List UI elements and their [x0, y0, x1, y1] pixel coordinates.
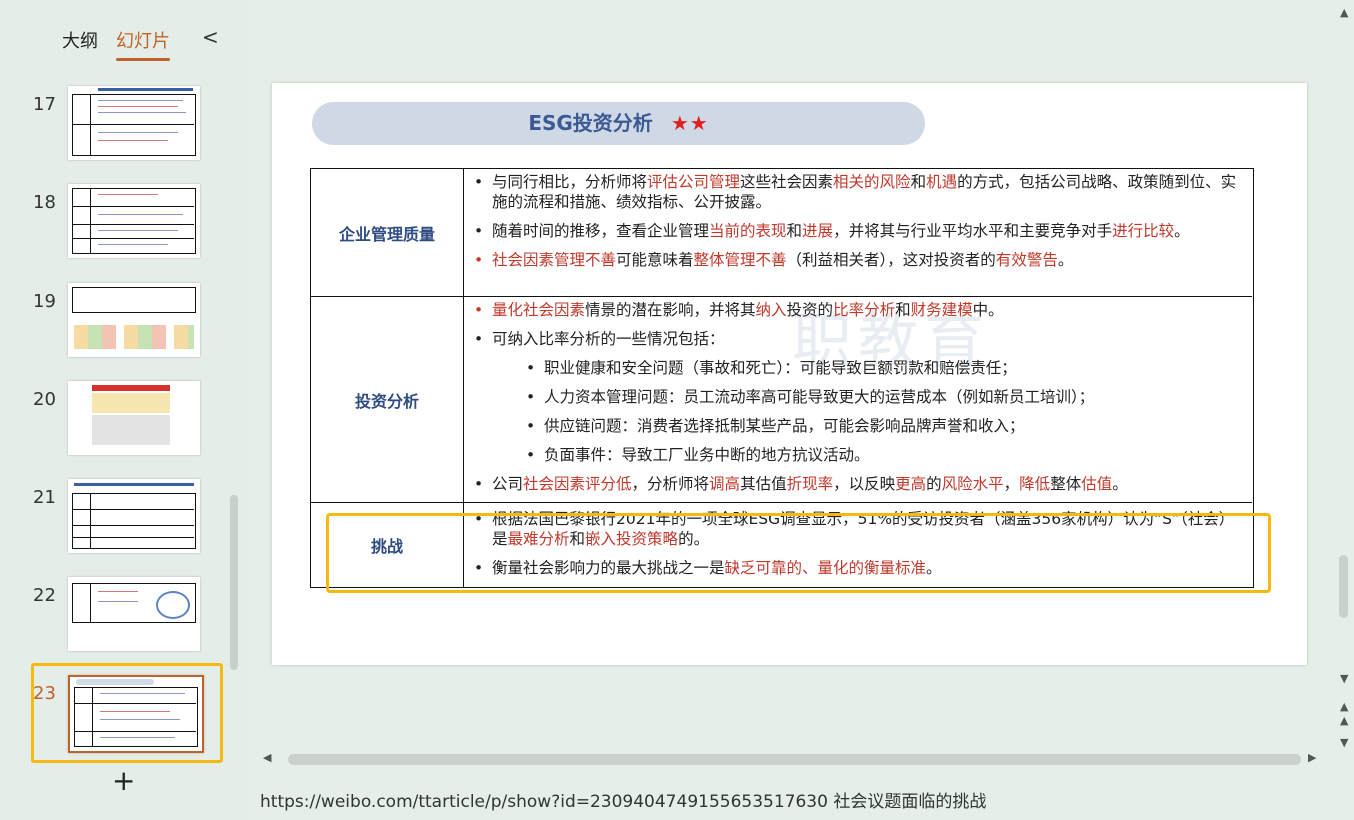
scroll-left-icon[interactable]: ◀ — [263, 751, 271, 764]
collapse-panel-icon[interactable]: < — [202, 25, 219, 49]
slide-canvas[interactable]: ESG投资分析★★ 职教育 企业管理质量 与同行相比，分析师将评估公司管理这些社… — [272, 83, 1307, 665]
slide-thumbnail-21[interactable]: 21 — [0, 479, 247, 555]
slide-preview — [68, 184, 200, 258]
row-category: 挑战 — [311, 503, 464, 587]
slide-number: 19 — [33, 291, 56, 312]
notes-text[interactable]: https://weibo.com/ttarticle/p/show?id=23… — [260, 787, 986, 812]
slide-preview — [68, 577, 200, 651]
table-row: 企业管理质量 与同行相比，分析师将评估公司管理这些社会因素相关的风险和机遇的方式… — [311, 169, 1252, 297]
slide-title: ESG投资分析 ★★ — [312, 102, 925, 145]
slide-panel: 大纲 幻灯片 < 17 18 19 20 21 22 23 + — [0, 0, 247, 820]
title-text: ESG投资分析 — [528, 111, 653, 135]
slide-thumbnail-19[interactable]: 19 — [0, 283, 247, 359]
next-slide-icon[interactable]: ▼ — [1340, 736, 1348, 749]
slide-preview — [68, 381, 200, 455]
sub-list-item: 职业健康和安全问题（事故和死亡）：可能导致巨额罚款和赔偿责任； — [464, 358, 1244, 378]
prev-slide-icon[interactable]: ▲ — [1340, 700, 1348, 713]
vertical-scroll-thumb[interactable] — [1339, 555, 1348, 618]
tab-slides[interactable]: 幻灯片 — [116, 27, 170, 61]
add-slide-button[interactable]: + — [112, 764, 135, 797]
row-content: 量化社会因素情景的潜在影响，并将其纳入投资的比率分析和财务建模中。 可纳入比率分… — [464, 297, 1252, 494]
list-item: 公司社会因素评分低，分析师将调高其估值折现率，以反映更高的风险水平，降低整体估值… — [464, 474, 1244, 494]
view-tabs: 大纲 幻灯片 — [62, 24, 188, 61]
tab-outline[interactable]: 大纲 — [62, 27, 98, 53]
table-row: 挑战 根据法国巴黎银行2021年的一项全球ESG调查显示，51%的受访投资者（涵… — [311, 503, 1252, 587]
slide-preview — [68, 283, 200, 357]
horizontal-scroll-thumb[interactable] — [288, 754, 1301, 765]
table-row: 投资分析 量化社会因素情景的潜在影响，并将其纳入投资的比率分析和财务建模中。 可… — [311, 297, 1252, 503]
panel-scrollbar[interactable] — [230, 495, 238, 670]
list-item: 衡量社会影响力的最大挑战之一是缺乏可靠的、量化的衡量标准。 — [464, 558, 1244, 578]
slide-number: 20 — [33, 389, 56, 410]
prev-slide-icon-2[interactable]: ▲ — [1340, 714, 1348, 727]
row-content: 与同行相比，分析师将评估公司管理这些社会因素相关的风险和机遇的方式，包括公司战略… — [464, 169, 1252, 270]
scroll-down-icon[interactable]: ▼ — [1340, 672, 1348, 685]
slide-thumbnail-22[interactable]: 22 — [0, 577, 247, 653]
list-item: 根据法国巴黎银行2021年的一项全球ESG调查显示，51%的受访投资者（涵盖35… — [464, 509, 1244, 549]
row-category: 投资分析 — [311, 297, 464, 502]
row-category: 企业管理质量 — [311, 169, 464, 296]
star-rating: ★★ — [670, 111, 709, 135]
list-item: 随着时间的推移，查看企业管理当前的表现和进展，并将其与行业平均水平和主要竞争对手… — [464, 221, 1244, 241]
scroll-up-icon[interactable]: ▲ — [1340, 6, 1348, 19]
slide-number: 18 — [33, 192, 56, 213]
slide-thumbnail-17[interactable]: 17 — [0, 86, 247, 162]
sub-list-item: 负面事件：导致工厂业务中断的地方抗议活动。 — [464, 445, 1244, 465]
slide-preview — [68, 86, 200, 160]
slide-number: 21 — [33, 487, 56, 508]
slide-number: 17 — [33, 94, 56, 115]
slide-preview — [68, 479, 200, 553]
list-item: 可纳入比率分析的一些情况包括： — [464, 329, 1244, 349]
list-item: 与同行相比，分析师将评估公司管理这些社会因素相关的风险和机遇的方式，包括公司战略… — [464, 172, 1244, 212]
row-content: 根据法国巴黎银行2021年的一项全球ESG调查显示，51%的受访投资者（涵盖35… — [464, 503, 1252, 578]
slide-thumbnail-18[interactable]: 18 — [0, 184, 247, 260]
list-item: 社会因素管理不善可能意味着整体管理不善（利益相关者），这对投资者的有效警告。 — [464, 250, 1244, 270]
scroll-right-icon[interactable]: ▶ — [1308, 751, 1316, 764]
slide-number: 22 — [33, 585, 56, 606]
content-table: 企业管理质量 与同行相比，分析师将评估公司管理这些社会因素相关的风险和机遇的方式… — [310, 168, 1254, 588]
slide-thumbnail-20[interactable]: 20 — [0, 381, 247, 457]
sub-list-item: 供应链问题：消费者选择抵制某些产品，可能会影响品牌声誉和收入； — [464, 416, 1244, 436]
sub-list-item: 人力资本管理问题：员工流动率高可能导致更大的运营成本（例如新员工培训）； — [464, 387, 1244, 407]
selected-slide-highlight — [31, 663, 223, 763]
vertical-scrollbar[interactable]: ▲ ▼ ▲ ▲ ▼ — [1337, 0, 1354, 770]
list-item: 量化社会因素情景的潜在影响，并将其纳入投资的比率分析和财务建模中。 — [464, 300, 1244, 320]
